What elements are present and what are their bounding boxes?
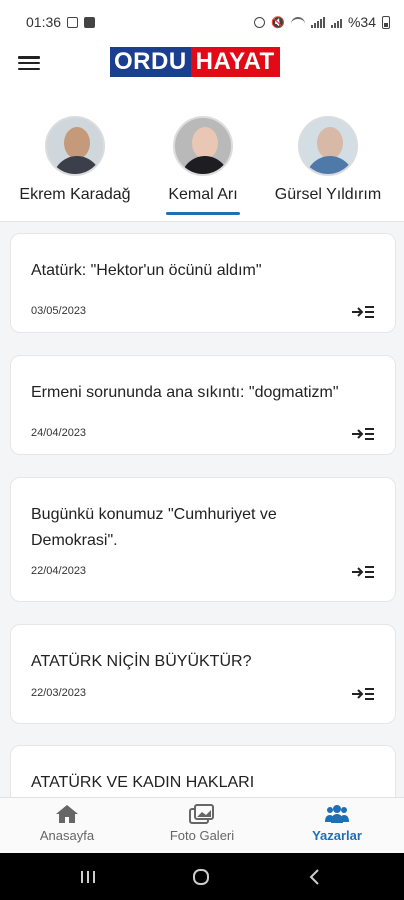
article-title: ATATÜRK VE KADIN HAKLARI [31, 774, 255, 791]
people-icon [325, 805, 349, 823]
article-title: ATATÜRK NİÇİN BÜYÜKTÜR? [31, 653, 252, 670]
article-date: 22/03/2023 [31, 687, 87, 699]
wifi-icon [290, 17, 305, 27]
site-logo[interactable]: ORDU HAYAT [110, 47, 280, 77]
author-tab-gursel-yildirim[interactable]: Gürsel Yıldırım [258, 116, 398, 204]
author-avatar [173, 116, 233, 176]
article-date: 24/04/2023 [31, 427, 87, 439]
author-name: Ekrem Karadağ [19, 186, 131, 203]
signal-icon [310, 16, 325, 28]
read-more-icon[interactable] [351, 427, 375, 441]
menu-icon[interactable] [18, 54, 40, 72]
author-name: Gürsel Yıldırım [274, 186, 382, 203]
battery-icon [382, 15, 390, 29]
article-card[interactable]: ATATÜRK NİÇİN BÜYÜKTÜR? 22/03/2023 [10, 624, 396, 724]
mute-icon: 🔇 [271, 16, 285, 29]
article-list: Atatürk: "Hektor'un öcünü aldım" 03/05/2… [0, 222, 404, 797]
logo-part-ordu: ORDU [110, 47, 191, 77]
system-navigation-bar [0, 853, 404, 900]
battery-level: %34 [347, 14, 376, 30]
bottom-navigation: Anasayfa Foto Galeri Yazarlar [0, 797, 404, 853]
article-title: Atatürk: "Hektor'un öcünü aldım" [31, 262, 262, 279]
nav-item-foto-galeri[interactable]: Foto Galeri [137, 804, 267, 843]
nav-item-yazarlar[interactable]: Yazarlar [272, 804, 402, 843]
nav-item-anasayfa[interactable]: Anasayfa [2, 804, 132, 843]
back-icon[interactable] [308, 868, 320, 886]
active-author-indicator [166, 212, 240, 215]
author-tab-ekrem-karadag[interactable]: Ekrem Karadağ [5, 116, 145, 204]
mail-notification-icon [84, 16, 96, 28]
article-date: 22/04/2023 [31, 565, 87, 577]
read-more-icon[interactable] [351, 305, 375, 319]
gallery-notification-icon [67, 16, 79, 28]
article-date: 03/05/2023 [31, 305, 87, 317]
author-selector: Ekrem Karadağ Kemal Arı Gürsel Yıldırım [0, 104, 404, 222]
article-card[interactable]: ATATÜRK VE KADIN HAKLARI [10, 745, 396, 797]
author-name: Kemal Arı [168, 186, 238, 203]
nav-label: Foto Galeri [169, 828, 235, 843]
article-title: Ermeni sorununda ana sıkıntı: "dogmatizm… [31, 384, 339, 401]
article-card[interactable]: Bugünkü konumuz "Cumhuriyet ve Demokrasi… [10, 477, 396, 602]
nav-label: Yazarlar [312, 828, 362, 843]
author-tab-kemal-ari[interactable]: Kemal Arı [133, 116, 273, 215]
author-avatar [45, 116, 105, 176]
status-left: 01:36 [26, 14, 96, 30]
article-title: Bugünkü konumuz "Cumhuriyet ve Demokrasi… [31, 506, 277, 549]
read-more-icon[interactable] [351, 687, 375, 701]
status-right: 🔇 %34 [254, 14, 390, 30]
home-button-icon[interactable] [192, 868, 210, 886]
signal-icon-2 [330, 17, 342, 28]
alarm-icon [254, 16, 266, 28]
author-avatar [298, 116, 358, 176]
article-card[interactable]: Ermeni sorununda ana sıkıntı: "dogmatizm… [10, 355, 396, 455]
status-bar: 01:36 🔇 %34 [0, 0, 404, 44]
article-card[interactable]: Atatürk: "Hektor'un öcünü aldım" 03/05/2… [10, 233, 396, 333]
app-header: ORDU HAYAT [0, 44, 404, 104]
gallery-icon [189, 804, 214, 824]
read-more-icon[interactable] [351, 565, 375, 579]
status-time: 01:36 [26, 14, 62, 30]
home-icon [56, 805, 78, 823]
nav-label: Anasayfa [39, 828, 95, 843]
recent-apps-icon[interactable] [80, 869, 96, 885]
logo-part-hayat: HAYAT [190, 47, 280, 77]
